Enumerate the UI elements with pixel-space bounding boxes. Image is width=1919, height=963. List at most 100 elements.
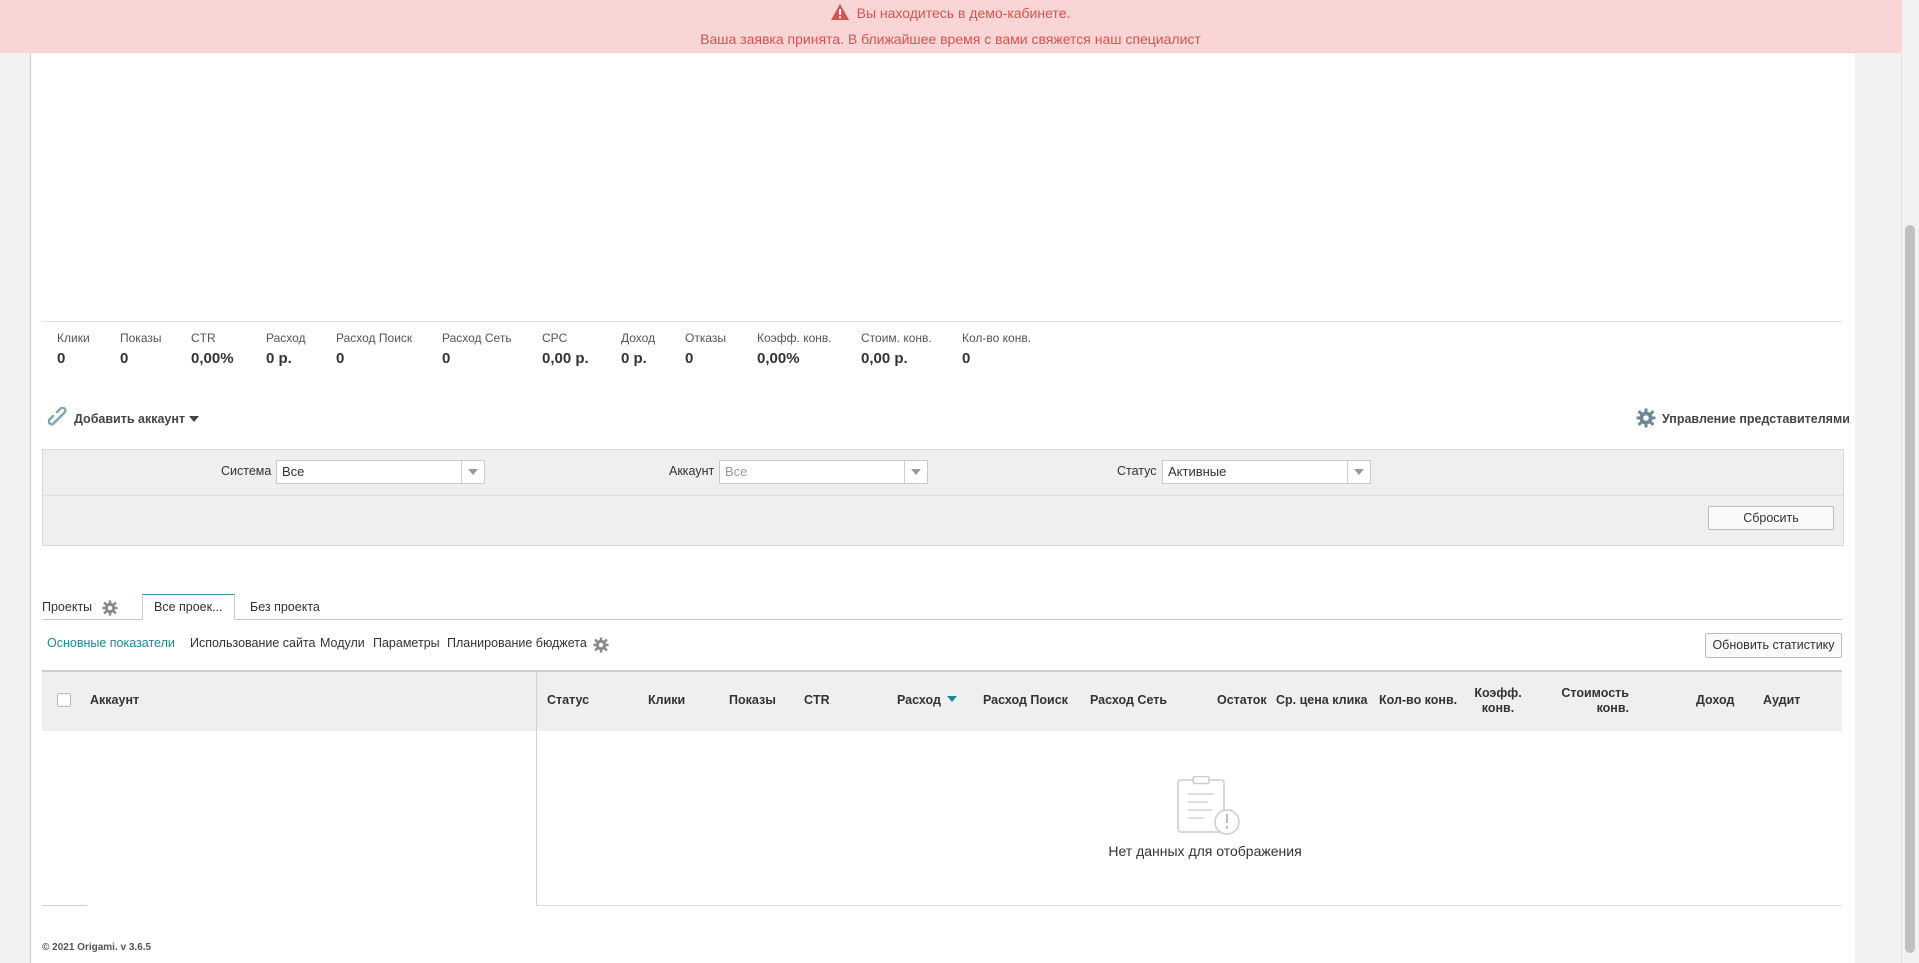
chevron-down-icon[interactable] <box>904 461 927 483</box>
reset-button[interactable]: Сбросить <box>1708 506 1834 530</box>
stat-value: 0,00 р. <box>861 350 908 367</box>
stat-value: 0 <box>442 350 451 367</box>
stat-ctr: CTR 0,00% <box>191 330 234 368</box>
add-account-button[interactable]: Добавить аккаунт <box>47 406 200 432</box>
status-filter-label: Статус <box>1117 464 1157 478</box>
col-clicks[interactable]: Клики <box>648 693 685 707</box>
tab-no-project[interactable]: Без проекта <box>250 594 320 620</box>
footer-copyright: © 2021 Origami. v 3.6.5 <box>42 942 152 953</box>
col-impressions[interactable]: Показы <box>729 693 776 707</box>
stat-value: 0 р. <box>621 350 647 367</box>
col-conv-cost[interactable]: Стоимость конв. <box>1553 686 1629 716</box>
stat-spend-search: Расход Поиск 0 <box>336 330 412 368</box>
stat-value: 0 <box>336 350 345 367</box>
col-spend-label: Расход <box>897 693 941 707</box>
stat-revenue: Доход 0 р. <box>621 330 655 368</box>
stat-value: 0 <box>962 350 971 367</box>
sort-desc-icon <box>946 696 957 702</box>
grid-bottom-border <box>536 905 1842 906</box>
grid-bottom-left-border <box>42 905 87 906</box>
col-spend-search[interactable]: Расход Поиск <box>983 693 1068 707</box>
stat-value: 0 <box>120 350 129 367</box>
stat-label: Клики <box>57 331 90 345</box>
select-all-checkbox[interactable] <box>57 693 71 707</box>
chevron-down-icon[interactable] <box>461 461 484 483</box>
col-spend-network[interactable]: Расход Сеть <box>1090 693 1167 707</box>
stat-cpc: CPC 0,00 р. <box>542 330 589 368</box>
stat-spend-network: Расход Сеть 0 <box>442 330 512 368</box>
stat-value: 0 р. <box>266 350 292 367</box>
manage-representatives-button[interactable]: Управление представителями <box>1636 408 1850 430</box>
left-gutter <box>0 0 30 963</box>
subnav-site-usage[interactable]: Использование сайта <box>190 636 316 650</box>
system-filter-label: Система <box>221 464 272 478</box>
col-conv-cost-line2: конв. <box>1596 701 1629 715</box>
grid-split-divider <box>536 670 537 906</box>
warning-icon <box>830 4 849 24</box>
account-filter-value: Все <box>725 464 748 479</box>
stat-value: 0,00 р. <box>542 350 589 367</box>
subnav-main-metrics[interactable]: Основные показатели <box>47 636 175 650</box>
empty-state-text: Нет данных для отображения <box>1108 843 1302 859</box>
stat-bounces: Отказы 0 <box>685 330 726 368</box>
stat-impressions: Показы 0 <box>120 330 161 368</box>
col-conv-rate-line1: Коэфф. <box>1474 686 1522 700</box>
scrollbar-thumb[interactable] <box>1905 225 1915 953</box>
stat-label: Показы <box>120 331 162 345</box>
chevron-down-icon[interactable] <box>1347 461 1370 483</box>
chevron-down-icon <box>189 416 200 422</box>
stat-label: Коэфф. конв. <box>757 331 832 345</box>
stat-label: Доход <box>621 331 656 345</box>
col-conv-count[interactable]: Кол-во конв. <box>1379 693 1457 707</box>
stat-value: 0 <box>685 350 694 367</box>
stat-label: Стоим. конв. <box>861 331 932 345</box>
col-status[interactable]: Статус <box>547 693 589 707</box>
stat-clicks: Клики 0 <box>57 330 90 368</box>
tab-all-projects[interactable]: Все проек... <box>142 594 235 620</box>
stat-label: Отказы <box>685 331 727 345</box>
banner-demo-text: Вы находитесь в демо-кабинете. <box>856 5 1071 21</box>
demo-banner: Вы находитесь в демо-кабинете. Ваша заяв… <box>0 0 1901 53</box>
add-account-label: Добавить аккаунт <box>74 412 186 426</box>
subnav-modules[interactable]: Модули <box>320 636 365 650</box>
stat-value: 0,00% <box>191 350 234 367</box>
system-filter-select[interactable]: Все <box>276 460 485 484</box>
col-avg-cpc[interactable]: Ср. цена клика <box>1276 693 1367 707</box>
gear-icon[interactable] <box>593 637 609 656</box>
filter-panel: Система Все Аккаунт Все Статус Активные … <box>42 449 1844 546</box>
stat-value: 0 <box>57 350 66 367</box>
col-spend[interactable]: Расход <box>897 693 957 707</box>
stat-conv-rate: Коэфф. конв. 0,00% <box>757 330 832 368</box>
stat-label: Расход <box>266 331 306 345</box>
manage-representatives-label: Управление представителями <box>1662 412 1850 426</box>
empty-clipboard-icon <box>1177 775 1243 839</box>
system-filter-value: Все <box>282 464 305 479</box>
stat-label: Кол-во конв. <box>962 331 1032 345</box>
project-tabs: Проекты Все проек... Без проекта <box>42 594 1842 620</box>
col-account[interactable]: Аккаунт <box>90 693 139 707</box>
col-revenue[interactable]: Доход <box>1696 693 1734 707</box>
right-gutter <box>1855 0 1901 963</box>
col-audit[interactable]: Аудит <box>1763 693 1800 707</box>
update-stats-button[interactable]: Обновить статистику <box>1705 633 1842 658</box>
link-icon <box>47 406 70 432</box>
stat-spend: Расход 0 р. <box>266 330 306 368</box>
tab-projects[interactable]: Проекты <box>42 594 92 620</box>
col-ctr[interactable]: CTR <box>804 693 830 707</box>
stat-conv-cost: Стоим. конв. 0,00 р. <box>861 330 932 368</box>
subnav-budget-planning[interactable]: Планирование бюджета <box>447 636 587 650</box>
subnav-parameters[interactable]: Параметры <box>373 636 440 650</box>
filter-divider <box>43 495 1843 496</box>
col-conv-cost-line1: Стоимость <box>1561 686 1629 700</box>
status-filter-select[interactable]: Активные <box>1162 460 1371 484</box>
stat-label: Расход Сеть <box>442 331 512 345</box>
chart-bottom-divider <box>42 321 1842 322</box>
col-conv-rate[interactable]: Коэфф. конв. <box>1474 686 1522 716</box>
settings-gear-icon[interactable] <box>102 599 118 616</box>
col-balance[interactable]: Остаток <box>1217 693 1267 707</box>
banner-request-text: Ваша заявка принята. В ближайшее время с… <box>700 31 1201 47</box>
account-filter-select[interactable]: Все <box>719 460 928 484</box>
stat-conv-count: Кол-во конв. 0 <box>962 330 1031 368</box>
stat-label: CPC <box>542 331 568 345</box>
status-filter-value: Активные <box>1168 464 1227 479</box>
